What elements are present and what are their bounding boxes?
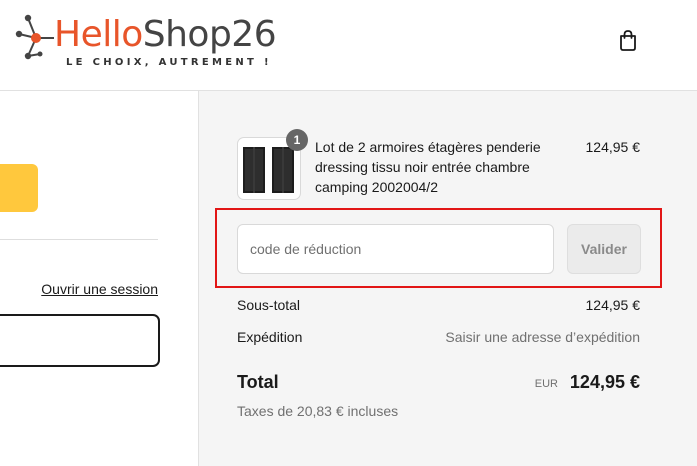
total-currency: EUR [534, 378, 558, 390]
product-name: Lot de 2 armoires étagères penderie dres… [315, 139, 541, 195]
molecule-logo-icon [15, 14, 54, 60]
subtotal-label: Sous-total [237, 297, 301, 313]
contact-field[interactable] [0, 314, 160, 367]
express-checkout-button[interactable] [0, 164, 38, 212]
subtotal-value: 124,95 € [585, 297, 641, 313]
shipping-value: Saisir une adresse d’expédition [445, 329, 640, 345]
quantity-badge: 1 [286, 129, 308, 151]
shopping-bag-icon[interactable] [615, 27, 641, 53]
total-label: Total [237, 372, 279, 392]
apply-discount-button[interactable]: Valider [567, 224, 641, 274]
order-summary: 1 Lot de 2 armoires étagères penderie dr… [198, 91, 697, 466]
site-header: HelloShop26 LE CHOIX, AUTREMENT ! [0, 0, 697, 91]
product-price: 124,95 € [585, 139, 641, 155]
logo-tagline: LE CHOIX, AUTREMENT ! [66, 57, 272, 68]
logo-shop: Shop26 [142, 14, 277, 55]
shipping-label: Expédition [237, 329, 303, 345]
checkout-form-column: Ouvrir une session [0, 91, 198, 466]
taxes-note: Taxes de 20,83 € incluses [237, 403, 399, 419]
logo-hello: Hello [54, 14, 143, 55]
discount-code-input[interactable] [237, 224, 554, 274]
divider [0, 239, 158, 240]
total-value: 124,95 € [569, 372, 640, 392]
logo[interactable]: HelloShop26 LE CHOIX, AUTREMENT ! [14, 12, 294, 72]
login-link[interactable]: Ouvrir une session [41, 281, 158, 297]
logo-wordmark: HelloShop26 [54, 13, 277, 57]
